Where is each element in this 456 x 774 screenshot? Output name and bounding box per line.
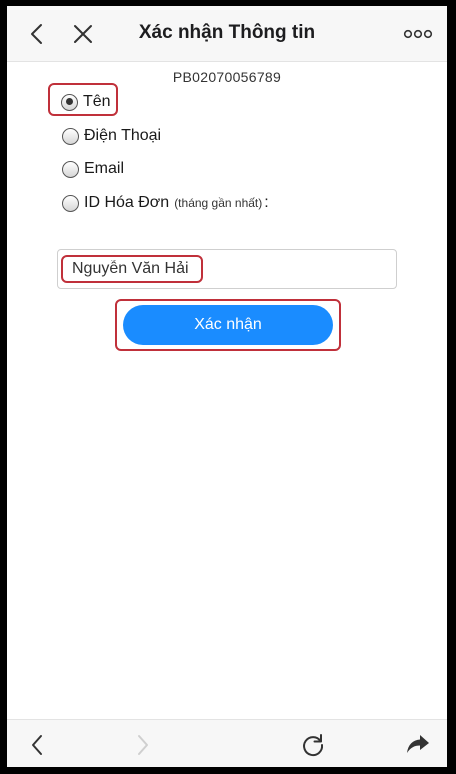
more-icon <box>403 29 433 39</box>
radio-label: ID Hóa Đơn <box>84 194 170 211</box>
close-button[interactable] <box>69 20 97 48</box>
radio-label: Email <box>84 160 125 177</box>
radio-label: Điện Thoại <box>84 127 162 144</box>
device-frame: Xác nhận Thông tin PB02070056789 Tên Điệ… <box>0 0 456 774</box>
browser-forward-button[interactable] <box>129 732 155 758</box>
highlight-name-value <box>61 255 203 283</box>
chevron-left-icon <box>31 24 42 44</box>
more-button[interactable] <box>403 20 433 48</box>
page-title: Xác nhận Thông tin <box>138 22 316 43</box>
radio-button-checked[interactable] <box>61 93 78 111</box>
confirm-button[interactable]: Xác nhận <box>123 305 333 345</box>
share-icon <box>407 735 429 753</box>
radio-label-suffix: : <box>264 194 269 211</box>
share-button[interactable] <box>405 732 431 758</box>
radio-button[interactable] <box>62 194 79 212</box>
radio-option-email[interactable]: Email <box>62 157 124 181</box>
chevron-right-icon <box>138 735 148 755</box>
radio-option-dien-thoai[interactable]: Điện Thoại <box>62 124 161 148</box>
close-icon <box>74 25 92 43</box>
radio-label: Tên <box>83 93 111 110</box>
reload-icon <box>303 734 324 757</box>
top-bar: Xác nhận Thông tin <box>7 6 447 62</box>
screen: Xác nhận Thông tin PB02070056789 Tên Điệ… <box>7 6 447 767</box>
back-button[interactable] <box>23 20 51 48</box>
radio-hint: (tháng gần nhất) <box>174 196 263 210</box>
bottom-toolbar <box>7 719 447 767</box>
browser-back-button[interactable] <box>25 732 51 758</box>
radio-option-id-hoa-don[interactable]: ID Hóa Đơn (tháng gần nhất) : <box>62 191 269 215</box>
reload-button[interactable] <box>300 732 326 758</box>
chevron-left-icon <box>32 735 42 755</box>
radio-button[interactable] <box>62 160 79 178</box>
radio-option-ten[interactable]: Tên <box>61 90 111 114</box>
radio-button[interactable] <box>62 127 79 145</box>
